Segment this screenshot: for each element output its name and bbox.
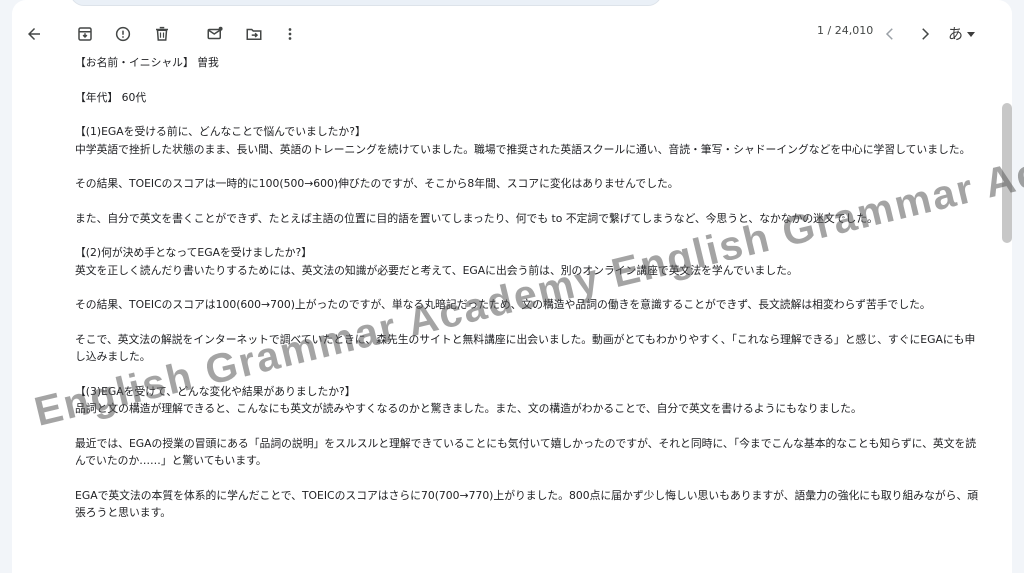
- q1-paragraph-3: また、自分で英文を書くことができず、たとえば主語の位置に目的語を置いてしまったり…: [75, 211, 878, 225]
- chevron-down-icon: [967, 31, 976, 37]
- next-icon[interactable]: [909, 18, 941, 50]
- report-spam-icon[interactable]: [107, 18, 139, 50]
- q1-paragraph-1: 中学英語で挫折した状態のまま、長い間、英語のトレーニングを続けていました。職場で…: [75, 142, 971, 156]
- name-line: 【お名前・イニシャル】 曽我: [75, 56, 219, 69]
- age-line: 【年代】 60代: [75, 90, 147, 104]
- q2-paragraph-2: その結果、TOEICのスコアは100(600→700)上がったのですが、単なる丸…: [75, 298, 931, 311]
- q1-paragraph-2: その結果、TOEICのスコアは一時的に100(500→600)伸びたのですが、そ…: [75, 177, 679, 190]
- delete-icon[interactable]: [146, 18, 178, 50]
- q3-paragraph-3: EGAで英文法の本質を体系的に学んだことで、TOEICのスコアはさらに70(70…: [75, 488, 979, 520]
- message-toolbar: 1 / 24,010 あ: [12, 14, 1012, 54]
- more-vert-icon[interactable]: [274, 18, 306, 50]
- mark-unread-icon[interactable]: [199, 18, 231, 50]
- q3-paragraph-2: 最近では、EGAの授業の冒頭にある「品詞の説明」をスルスルと理解できていることに…: [75, 436, 977, 468]
- q2-paragraph-3: そこで、英文法の解説をインターネットで調べていたときに、森先生のサイトと無料講座…: [75, 332, 976, 364]
- message-counter: 1 / 24,010: [817, 24, 874, 37]
- input-tools-button[interactable]: あ: [948, 21, 976, 45]
- q3-heading: 【(3)EGAを受けて、どんな変化や結果がありましたか?】: [75, 384, 356, 398]
- back-arrow-icon[interactable]: [18, 18, 50, 50]
- q2-paragraph-1: 英文を正しく読んだり書いたりするためには、英文法の知識が必要だと考えて、EGAに…: [75, 263, 798, 277]
- mail-reader-window: 1 / 24,010 あ 【お名前・イニシャル】 曽我 【年代】 60代 【(1…: [12, 0, 1012, 573]
- q3-paragraph-1: 品詞と文の構造が理解できると、こんなにも英文が読みやすくなるのかと驚きました。ま…: [75, 402, 862, 415]
- q2-heading: 【(2)何が決め手となってEGAを受けましたか?】: [75, 246, 313, 259]
- scrollbar-thumb[interactable]: [1002, 103, 1012, 243]
- archive-icon[interactable]: [69, 18, 101, 50]
- search-bar-edge[interactable]: [70, 0, 662, 6]
- input-tools-label: あ: [948, 24, 964, 43]
- q1-heading: 【(1)EGAを受ける前に、どんなことで悩んでいましたか?】: [75, 125, 366, 138]
- prev-icon[interactable]: [874, 18, 906, 50]
- move-to-icon[interactable]: [238, 18, 270, 50]
- message-body: 【お名前・イニシャル】 曽我 【年代】 60代 【(1)EGAを受ける前に、どん…: [75, 54, 985, 522]
